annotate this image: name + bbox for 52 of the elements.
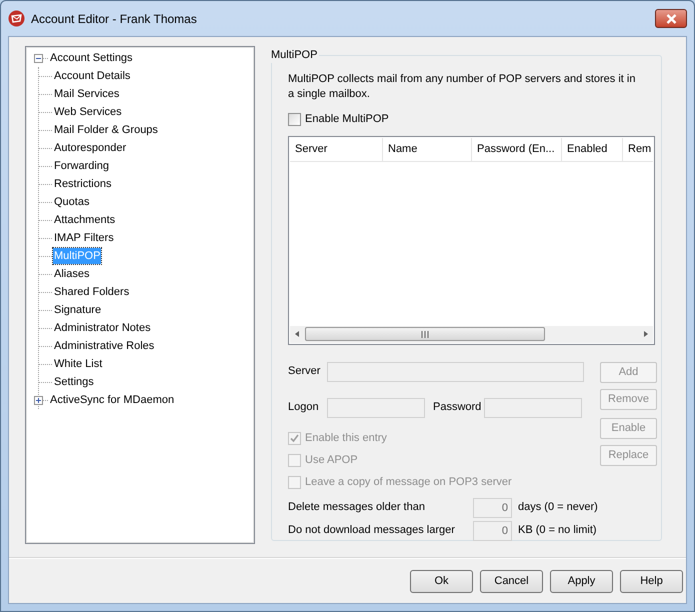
column-header[interactable]: Server — [290, 138, 383, 160]
checkbox-label: Enable this entry — [305, 431, 387, 446]
dialog-button[interactable]: Ok — [410, 570, 473, 592]
checkbox-label: Leave a copy of message on POP3 server — [305, 475, 512, 490]
checkbox[interactable] — [288, 112, 301, 126]
column-header[interactable]: Name — [383, 138, 472, 160]
tree-item[interactable]: Autoresponder — [53, 140, 128, 156]
app-icon — [8, 10, 25, 27]
unit-label: days (0 = never) — [518, 500, 598, 516]
tree-item[interactable]: Mail Folder & Groups — [53, 122, 159, 138]
column-header[interactable]: Rem — [623, 138, 653, 160]
unit-label: KB (0 = no limit) — [518, 523, 597, 538]
column-header[interactable]: Enabled — [562, 138, 623, 160]
window-title: Account Editor - Frank Thomas — [31, 10, 197, 28]
dialog-button[interactable]: Cancel — [480, 570, 543, 592]
tree-item[interactable]: Quotas — [53, 194, 90, 210]
dialog-button[interactable]: Help — [620, 570, 683, 592]
password-label: Password — [433, 400, 482, 416]
dialog-button[interactable]: Apply — [550, 570, 613, 592]
tree-item[interactable]: IMAP Filters — [53, 230, 115, 246]
tree-item[interactable]: Aliases — [53, 266, 90, 282]
logon-label: Logon — [288, 400, 320, 416]
tree-item[interactable]: Web Services — [53, 104, 123, 120]
checkbox-label: Enable MultiPOP — [305, 112, 389, 127]
tree-item[interactable]: Forwarding — [53, 158, 110, 174]
tree-item[interactable]: Administrator Notes — [53, 320, 152, 336]
description-text: MultiPOP collects mail from any number of POP servers and stores it in a single mailbox. — [288, 72, 636, 102]
tree-item[interactable]: Administrative Roles — [53, 338, 156, 354]
group-title: MultiPOP — [271, 47, 320, 63]
limit-label: Delete messages older than — [288, 500, 426, 516]
collapse-icon[interactable] — [34, 54, 43, 62]
tree-item[interactable]: Settings — [53, 374, 95, 390]
tree-item[interactable]: Attachments — [53, 212, 116, 228]
limit-label: Do not download messages larger — [288, 523, 456, 538]
scroll-right-icon[interactable] — [642, 330, 650, 338]
tree-item[interactable]: Account Details — [53, 68, 132, 84]
tree-item[interactable]: Shared Folders — [53, 284, 130, 300]
checkbox-label: Use APOP — [305, 453, 358, 468]
tree-item[interactable]: White List — [53, 356, 104, 372]
tree-item[interactable]: Restrictions — [53, 176, 112, 192]
server-label: Server — [288, 364, 322, 380]
scroll-left-icon[interactable] — [293, 330, 301, 338]
grip-icon — [421, 330, 429, 338]
tree-item[interactable]: Mail Services — [53, 86, 120, 102]
column-header[interactable]: Password (En... — [472, 138, 562, 160]
expand-icon[interactable] — [34, 396, 43, 404]
horizontal-scrollbar[interactable] — [290, 326, 653, 342]
close-button[interactable] — [655, 9, 687, 28]
tree-item[interactable]: ActiveSync for MDaemon — [49, 392, 176, 408]
close-icon — [666, 14, 676, 24]
tree-item[interactable]: Account Settings — [49, 50, 134, 66]
tree-item[interactable]: Signature — [53, 302, 102, 318]
